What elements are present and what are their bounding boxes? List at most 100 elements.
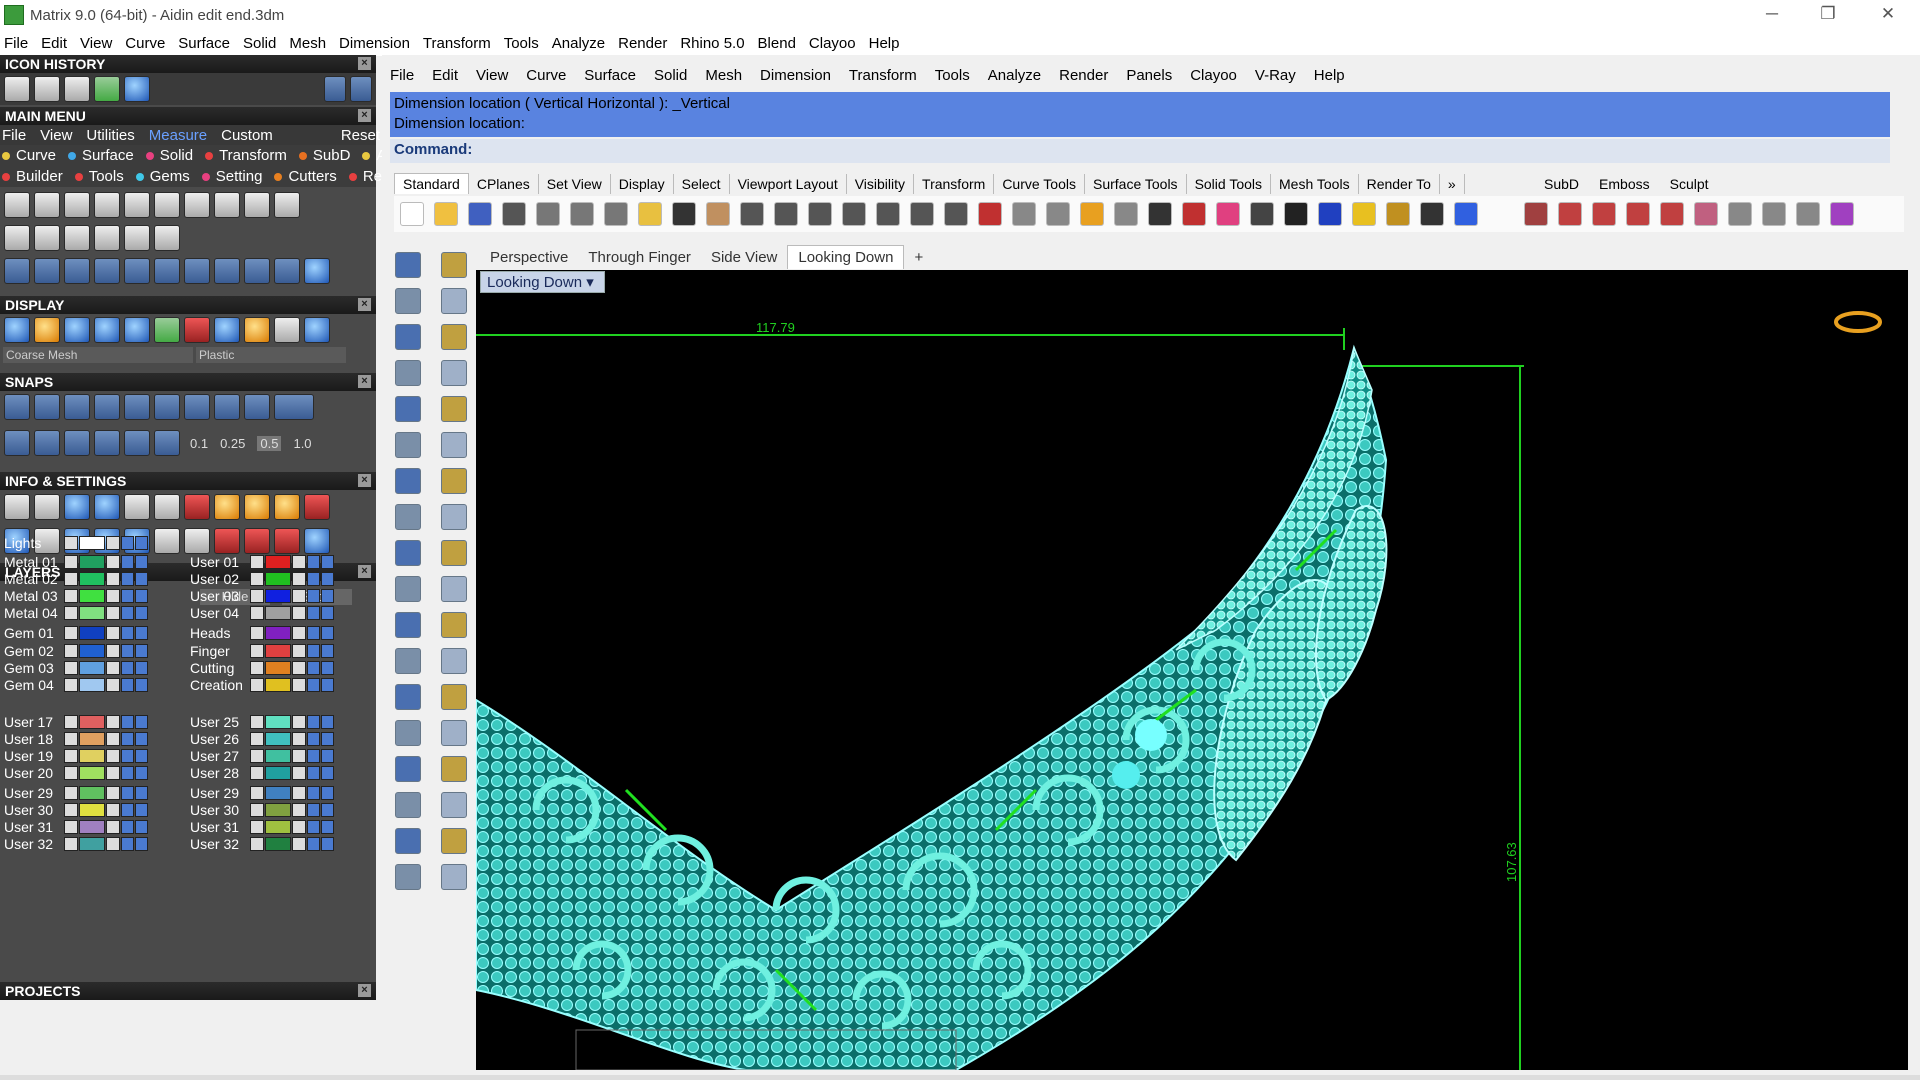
menu-item-dimension[interactable]: Dimension: [339, 35, 410, 52]
layer-color-swatch[interactable]: [265, 677, 291, 692]
lock-icon[interactable]: [292, 748, 306, 763]
layer-color-swatch[interactable]: [79, 731, 105, 746]
lock-icon[interactable]: [292, 836, 306, 851]
snap-value-0[interactable]: 0.1: [190, 436, 208, 451]
rectangle-icon[interactable]: [441, 360, 467, 386]
save-icon[interactable]: [468, 202, 492, 226]
layer-expand-icon[interactable]: [64, 588, 78, 603]
layer-name[interactable]: User 03: [186, 588, 250, 604]
layer-visible-icon[interactable]: [121, 731, 134, 746]
layer-name[interactable]: User 25: [186, 714, 250, 730]
layer-name[interactable]: User 02: [186, 571, 250, 587]
layer-name[interactable]: Metal 01: [0, 554, 64, 570]
layer-expand-icon[interactable]: [64, 802, 78, 817]
layer-expand-icon[interactable]: [64, 785, 78, 800]
rhino-menu-curve[interactable]: Curve: [526, 67, 566, 84]
layer-current-icon[interactable]: [135, 535, 148, 550]
layer-expand-icon[interactable]: [64, 836, 78, 851]
layer-expand-icon[interactable]: [250, 836, 264, 851]
category-surface[interactable]: Surface: [68, 147, 140, 164]
layer-current-icon[interactable]: [135, 660, 148, 675]
display-mesh-select[interactable]: Coarse Mesh: [3, 347, 193, 363]
subd-tab-emboss[interactable]: Emboss: [1589, 174, 1660, 194]
layer-name[interactable]: User 19: [0, 748, 64, 764]
sphere-union-icon[interactable]: [441, 468, 467, 494]
layer-color-swatch[interactable]: [265, 731, 291, 746]
rhino-menu-transform[interactable]: Transform: [849, 67, 917, 84]
explode-icon[interactable]: [441, 792, 467, 818]
layer-visible-icon[interactable]: [121, 765, 134, 780]
lock-icon[interactable]: [106, 819, 120, 834]
snap-value-2[interactable]: 0.5: [257, 435, 282, 451]
new-doc-icon[interactable]: [64, 76, 90, 102]
lock-icon[interactable]: [292, 714, 306, 729]
rhino-menu-tools[interactable]: Tools: [935, 67, 970, 84]
split-icon[interactable]: [395, 576, 421, 602]
layer-expand-icon[interactable]: [250, 748, 264, 763]
layer-name[interactable]: Gem 01: [0, 625, 64, 641]
display-material-select[interactable]: Plastic: [196, 347, 346, 363]
layer-expand-icon[interactable]: [250, 731, 264, 746]
grid-icon[interactable]: [944, 202, 968, 226]
layer-current-icon[interactable]: [135, 836, 148, 851]
layer-row[interactable]: User 32: [0, 834, 149, 853]
layer-visible-icon[interactable]: [307, 765, 320, 780]
lock-icon[interactable]: [106, 748, 120, 763]
layer-current-icon[interactable]: [321, 605, 334, 620]
line-icon[interactable]: [4, 225, 30, 251]
dimension-tool-icon[interactable]: [441, 540, 467, 566]
lock-icon[interactable]: [106, 605, 120, 620]
lock-icon[interactable]: [292, 605, 306, 620]
box-red-icon[interactable]: [1626, 202, 1650, 226]
layer-expand-icon[interactable]: [250, 643, 264, 658]
layer-visible-icon[interactable]: [121, 625, 134, 640]
lock-icon[interactable]: [106, 660, 120, 675]
layer-color-swatch[interactable]: [79, 714, 105, 729]
layer-visible-icon[interactable]: [121, 535, 134, 550]
close-icon[interactable]: ×: [358, 565, 371, 578]
rhino-menu-analyze[interactable]: Analyze: [988, 67, 1041, 84]
sun-icon[interactable]: [1728, 202, 1752, 226]
menu-item-transform[interactable]: Transform: [423, 35, 491, 52]
viewport-tab-perspective[interactable]: Perspective: [480, 246, 578, 269]
trim-icon[interactable]: [441, 576, 467, 602]
layer-current-icon[interactable]: [135, 554, 148, 569]
layer-color-swatch[interactable]: [79, 625, 105, 640]
category-transform[interactable]: Transform: [205, 147, 293, 164]
layer-color-swatch[interactable]: [79, 765, 105, 780]
pen-purple-icon[interactable]: [1830, 202, 1854, 226]
array-icon[interactable]: [395, 720, 421, 746]
layer-visible-icon[interactable]: [121, 802, 134, 817]
layer-color-swatch[interactable]: [265, 625, 291, 640]
layer-visible-icon[interactable]: [307, 748, 320, 763]
extrude-surface-icon[interactable]: [395, 432, 421, 458]
group-icon[interactable]: [441, 612, 467, 638]
lock-icon[interactable]: [106, 643, 120, 658]
question-icon[interactable]: [1762, 202, 1786, 226]
main-menu-tab-reset[interactable]: Reset: [341, 127, 380, 144]
gumball-icon[interactable]: [395, 540, 421, 566]
layer-expand-icon[interactable]: [250, 802, 264, 817]
layer-current-icon[interactable]: [135, 625, 148, 640]
render-circle-icon[interactable]: [1524, 202, 1548, 226]
layer-row[interactable]: Metal 04: [0, 603, 149, 622]
layer-expand-icon[interactable]: [64, 643, 78, 658]
layer-expand-icon[interactable]: [250, 677, 264, 692]
offset-icon[interactable]: [124, 225, 150, 251]
layer-current-icon[interactable]: [135, 765, 148, 780]
menu-item-file[interactable]: File: [4, 35, 28, 52]
snap-value-1[interactable]: 0.25: [220, 436, 245, 451]
move-icon[interactable]: [740, 202, 764, 226]
rhino-menu-v-ray[interactable]: V-Ray: [1255, 67, 1296, 84]
layer-visible-icon[interactable]: [307, 836, 320, 851]
layer-color-swatch[interactable]: [79, 535, 105, 550]
layer-visible-icon[interactable]: [307, 643, 320, 658]
curve-offset-icon[interactable]: [441, 648, 467, 674]
layer-visible-icon[interactable]: [121, 714, 134, 729]
layer-expand-icon[interactable]: [64, 765, 78, 780]
menu-item-view[interactable]: View: [80, 35, 112, 52]
layer-color-swatch[interactable]: [265, 554, 291, 569]
layer-color-swatch[interactable]: [79, 819, 105, 834]
circle-icon[interactable]: [304, 258, 330, 284]
color-wheel-icon[interactable]: [1216, 202, 1240, 226]
